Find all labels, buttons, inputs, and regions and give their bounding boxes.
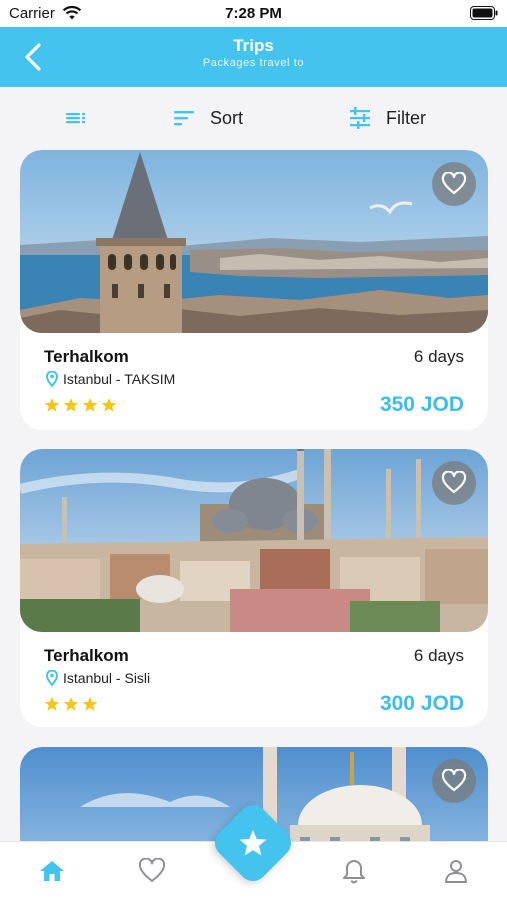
toolbar: Sort Filter xyxy=(0,100,507,136)
rating-stars xyxy=(44,397,117,413)
trip-location-label: Istanbul - TAKSIM xyxy=(63,371,176,387)
star-icon xyxy=(101,398,117,412)
list-icon xyxy=(66,113,85,124)
status-bar: Carrier 7:28 PM xyxy=(0,0,507,27)
trip-name: Terhalkom xyxy=(44,347,129,366)
star-icon xyxy=(44,697,60,711)
user-icon xyxy=(445,860,467,883)
trip-name: Terhalkom xyxy=(44,646,129,665)
app-header: Trips Packages travel to xyxy=(0,27,507,87)
trip-location-label: Istanbul - Sisli xyxy=(63,670,151,686)
sort-icon xyxy=(174,111,194,126)
sort-button[interactable]: Sort xyxy=(172,100,243,136)
trip-location: Istanbul - Sisli xyxy=(46,670,150,686)
star-icon xyxy=(63,697,79,711)
bell-icon xyxy=(343,860,365,884)
sort-label: Sort xyxy=(210,107,244,128)
location-pin-icon xyxy=(46,670,58,686)
trip-duration: 6 days xyxy=(413,646,464,665)
favorite-button[interactable] xyxy=(432,759,476,803)
rating-stars xyxy=(44,696,98,712)
heart-outline-icon xyxy=(441,769,467,792)
nav-profile[interactable] xyxy=(441,856,471,886)
trip-price: 350 JOD xyxy=(379,393,464,416)
trip-price: 300 JOD xyxy=(379,692,464,715)
star-icon xyxy=(44,398,60,412)
home-icon xyxy=(40,861,64,881)
page-title: Trips xyxy=(233,36,274,55)
star-icon xyxy=(82,398,98,412)
heart-outline-icon xyxy=(441,471,467,494)
filter-label: Filter xyxy=(386,107,426,128)
heart-icon xyxy=(138,858,166,882)
nav-home[interactable] xyxy=(37,856,67,886)
star-icon xyxy=(238,828,268,858)
list-view-button[interactable] xyxy=(64,100,88,136)
nav-favorites[interactable] xyxy=(137,856,167,886)
trip-photo-galata-tower xyxy=(20,150,488,333)
location-pin-icon xyxy=(46,371,58,387)
nav-notifications[interactable] xyxy=(339,856,369,886)
favorite-button[interactable] xyxy=(432,461,476,505)
page-subtitle: Packages travel to xyxy=(202,57,305,69)
trip-card[interactable]: Terhalkom 6 days Istanbul - Sisli 300 JO… xyxy=(20,449,488,727)
filter-sliders-icon xyxy=(350,107,370,129)
filter-button[interactable]: Filter xyxy=(348,100,426,136)
heart-outline-icon xyxy=(441,172,467,195)
star-icon xyxy=(63,398,79,412)
status-time: 7:28 PM xyxy=(225,5,282,22)
star-icon xyxy=(82,697,98,711)
battery-icon xyxy=(470,6,498,25)
favorite-button[interactable] xyxy=(432,162,476,206)
trip-duration: 6 days xyxy=(413,347,464,366)
trip-location: Istanbul - TAKSIM xyxy=(46,371,175,387)
trip-card[interactable]: Terhalkom 6 days Istanbul - TAKSIM 350 J… xyxy=(20,150,488,430)
trip-photo-mosque xyxy=(20,449,488,632)
